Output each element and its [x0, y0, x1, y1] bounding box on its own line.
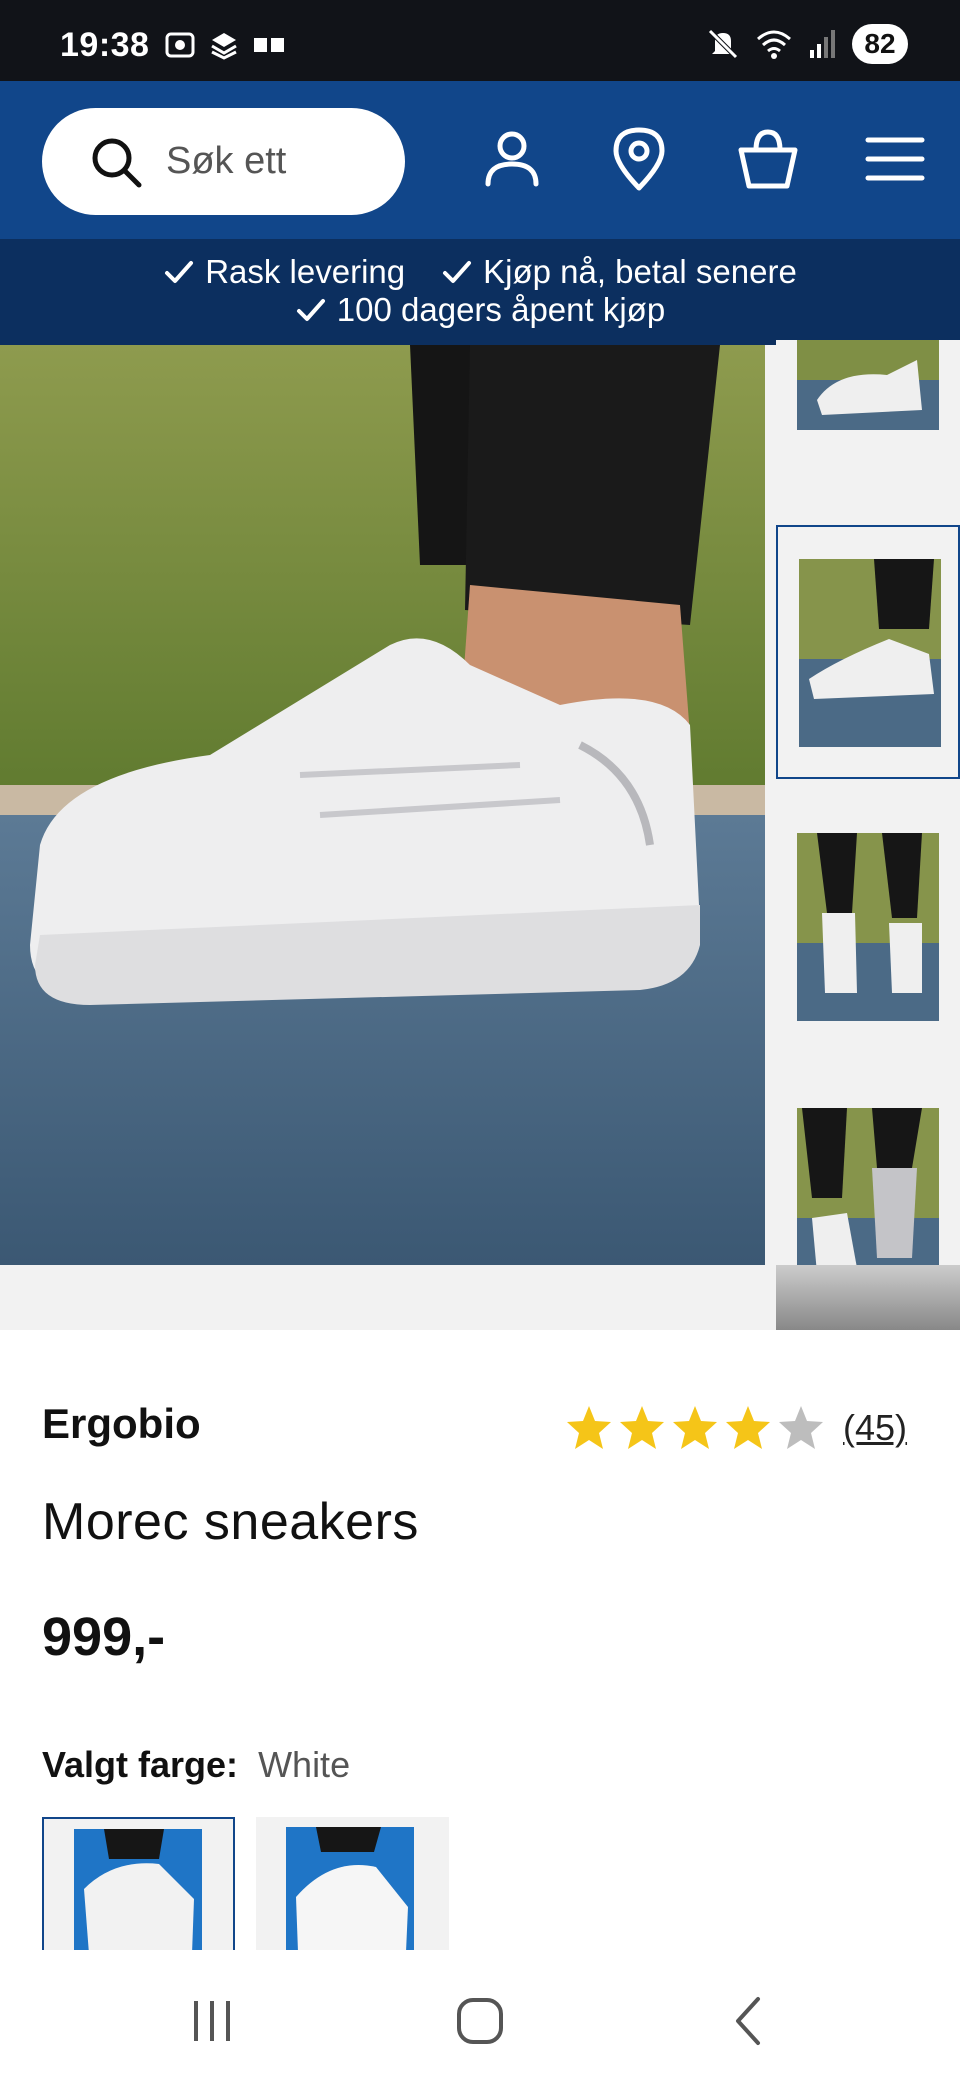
check-icon — [443, 261, 472, 283]
product-brand[interactable]: Ergobio — [42, 1400, 201, 1448]
usp-bar: Rask levering Kjøp nå, betal senere 100 … — [0, 239, 960, 345]
check-icon — [165, 261, 194, 283]
product-rating[interactable]: (45) — [564, 1403, 907, 1453]
search-input[interactable]: Søk ett — [42, 108, 405, 215]
signal-icon — [810, 30, 835, 58]
search-icon — [92, 138, 142, 187]
recent-apps-icon[interactable] — [186, 1995, 238, 2047]
color-selector-label: Valgt farge: White — [42, 1744, 350, 1786]
main-product-image[interactable] — [0, 345, 765, 1265]
battery-indicator: 82 — [852, 24, 908, 64]
star-filled-icon — [567, 1406, 611, 1449]
screenshot-icon — [165, 32, 195, 58]
usp-label: 100 dagers åpent kjøp — [336, 291, 666, 328]
back-icon[interactable] — [724, 1995, 776, 2047]
site-header: Søk ett — [0, 81, 960, 239]
menu-icon[interactable] — [862, 126, 928, 192]
product-price: 999,- — [42, 1607, 166, 1667]
user-icon[interactable] — [479, 126, 545, 192]
star-empty-icon — [779, 1406, 823, 1449]
search-placeholder: Søk ett — [166, 140, 287, 182]
color-swatch-white[interactable] — [42, 1817, 235, 1952]
color-label: Valgt farge: — [42, 1744, 239, 1785]
star-filled-icon — [726, 1406, 770, 1449]
check-icon — [296, 299, 325, 321]
thumbnail-list — [776, 340, 960, 1330]
system-icons: 82 — [706, 24, 908, 64]
review-count-link[interactable]: (45) — [843, 1407, 907, 1449]
usp-item: Rask levering — [163, 253, 405, 291]
usp-item: Kjøp nå, betal senere — [441, 253, 797, 291]
product-gallery — [0, 340, 960, 1330]
color-value: White — [258, 1744, 351, 1785]
thumbnail[interactable] — [776, 525, 960, 779]
wifi-icon — [757, 30, 791, 59]
color-swatch-alt[interactable] — [256, 1817, 449, 1952]
status-bar: 19:38 82 — [0, 0, 960, 81]
stack-icon — [211, 33, 237, 60]
mute-icon — [708, 29, 738, 59]
home-icon[interactable] — [454, 1995, 506, 2047]
thumbnail[interactable] — [776, 340, 960, 445]
status-time: 19:38 — [60, 26, 150, 64]
star-filled-icon — [673, 1406, 717, 1449]
cart-icon[interactable] — [735, 126, 801, 192]
system-navigation-bar — [0, 1950, 960, 2080]
thumbnail[interactable] — [776, 801, 960, 1055]
product-title: Morec sneakers — [42, 1493, 419, 1551]
location-icon[interactable] — [606, 126, 672, 192]
notification-icons — [164, 30, 286, 60]
usp-label: Rask levering — [205, 253, 406, 290]
usp-item: 100 dagers åpent kjøp — [295, 291, 665, 329]
star-filled-icon — [620, 1406, 664, 1449]
usp-label: Kjøp nå, betal senere — [483, 253, 797, 290]
mail-icon — [254, 38, 284, 52]
thumbnail-scroll-fade — [776, 1265, 960, 1330]
